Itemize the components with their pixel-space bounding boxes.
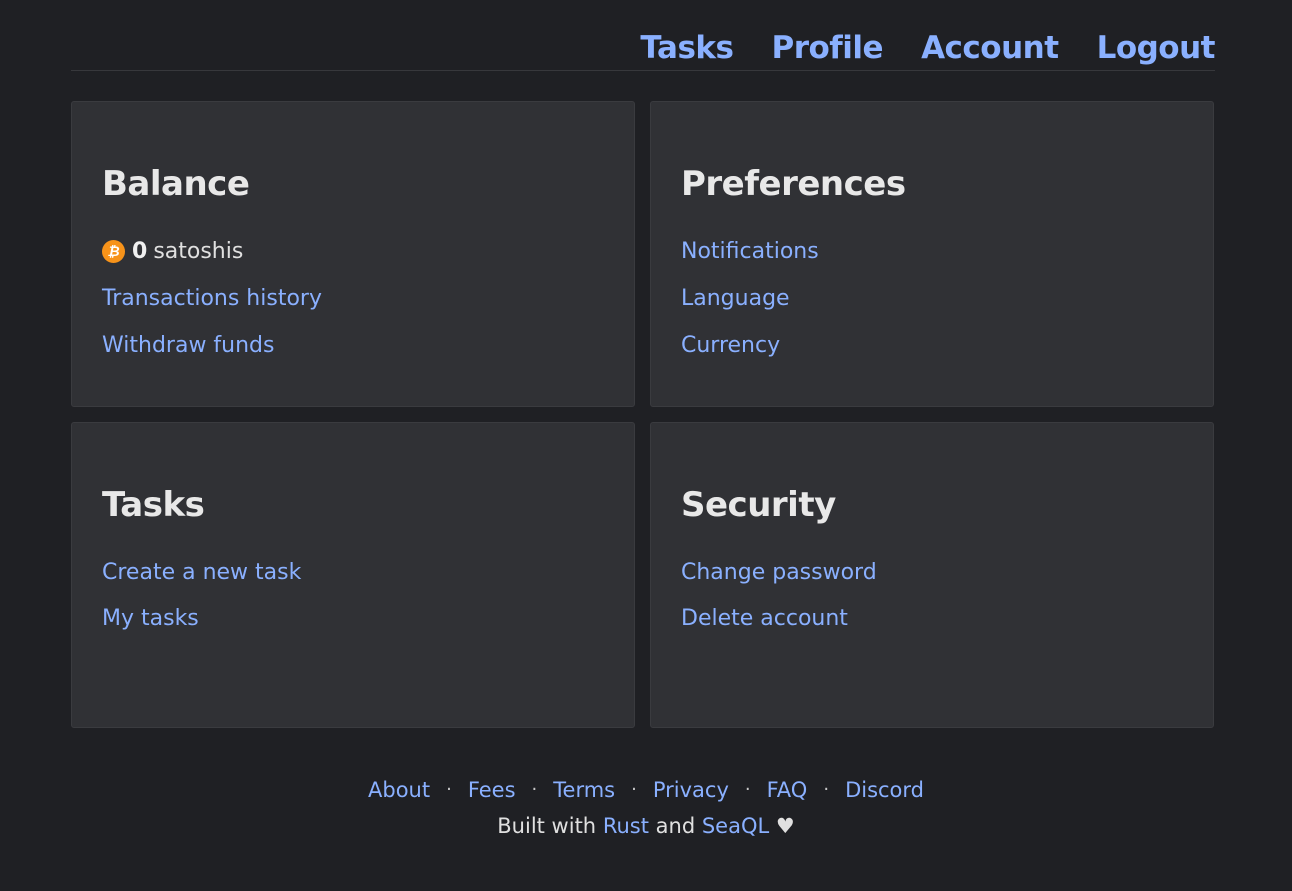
nav-tasks-link[interactable]: Tasks <box>640 28 734 68</box>
footer-separator: · <box>631 779 637 800</box>
footer-separator: · <box>446 779 452 800</box>
footer-discord-link[interactable]: Discord <box>845 776 924 804</box>
create-task-link[interactable]: Create a new task <box>102 560 301 586</box>
footer-privacy-link[interactable]: Privacy <box>653 776 729 804</box>
nav-profile-link[interactable]: Profile <box>771 28 883 68</box>
delete-account-link[interactable]: Delete account <box>681 606 848 632</box>
withdraw-funds-link[interactable]: Withdraw funds <box>102 333 275 359</box>
currency-link[interactable]: Currency <box>681 333 780 359</box>
tasks-title: Tasks <box>102 485 205 525</box>
transactions-history-link[interactable]: Transactions history <box>102 286 322 312</box>
footer-about-link[interactable]: About <box>368 776 430 804</box>
heart-icon: ♥ <box>775 814 795 838</box>
preferences-title: Preferences <box>681 164 906 204</box>
nav-logout-link[interactable]: Logout <box>1097 28 1216 68</box>
footer-separator: · <box>531 779 538 800</box>
balance-unit: satoshis <box>153 238 244 264</box>
balance-amount: 0 <box>132 238 148 264</box>
my-tasks-link[interactable]: My tasks <box>102 606 199 632</box>
nav-divider <box>71 70 1215 71</box>
tasks-card: Tasks Create a new task My tasks <box>71 422 635 728</box>
footer-fees-link[interactable]: Fees <box>468 776 516 804</box>
footer-faq-link[interactable]: FAQ <box>767 776 808 804</box>
footer-terms-link[interactable]: Terms <box>553 776 615 804</box>
notifications-link[interactable]: Notifications <box>681 239 819 265</box>
rust-link[interactable]: Rust <box>603 814 649 838</box>
top-nav: Tasks Profile Account Logout <box>640 28 1215 68</box>
footer-separator: · <box>744 779 751 800</box>
security-card: Security Change password Delete account <box>650 422 1214 728</box>
security-title: Security <box>681 485 836 525</box>
balance-title: Balance <box>102 164 250 204</box>
change-password-link[interactable]: Change password <box>681 560 877 586</box>
balance-card: Balance ₿ 0 satoshis Transactions histor… <box>71 101 635 407</box>
nav-account-link[interactable]: Account <box>921 28 1059 68</box>
preferences-card: Preferences Notifications Language Curre… <box>650 101 1214 407</box>
bitcoin-icon: ₿ <box>102 240 125 263</box>
footer-links: About · Fees · Terms · Privacy · FAQ · D… <box>0 776 1292 804</box>
and-text: and <box>655 814 696 838</box>
footer-separator: · <box>823 779 830 800</box>
built-with-text: Built with <box>497 814 597 838</box>
balance-amount-row: ₿ 0 satoshis <box>102 228 604 275</box>
footer-built-with: Built with Rust and SeaQL ♥ <box>0 812 1292 840</box>
language-link[interactable]: Language <box>681 286 790 312</box>
seaql-link[interactable]: SeaQL <box>702 814 769 838</box>
